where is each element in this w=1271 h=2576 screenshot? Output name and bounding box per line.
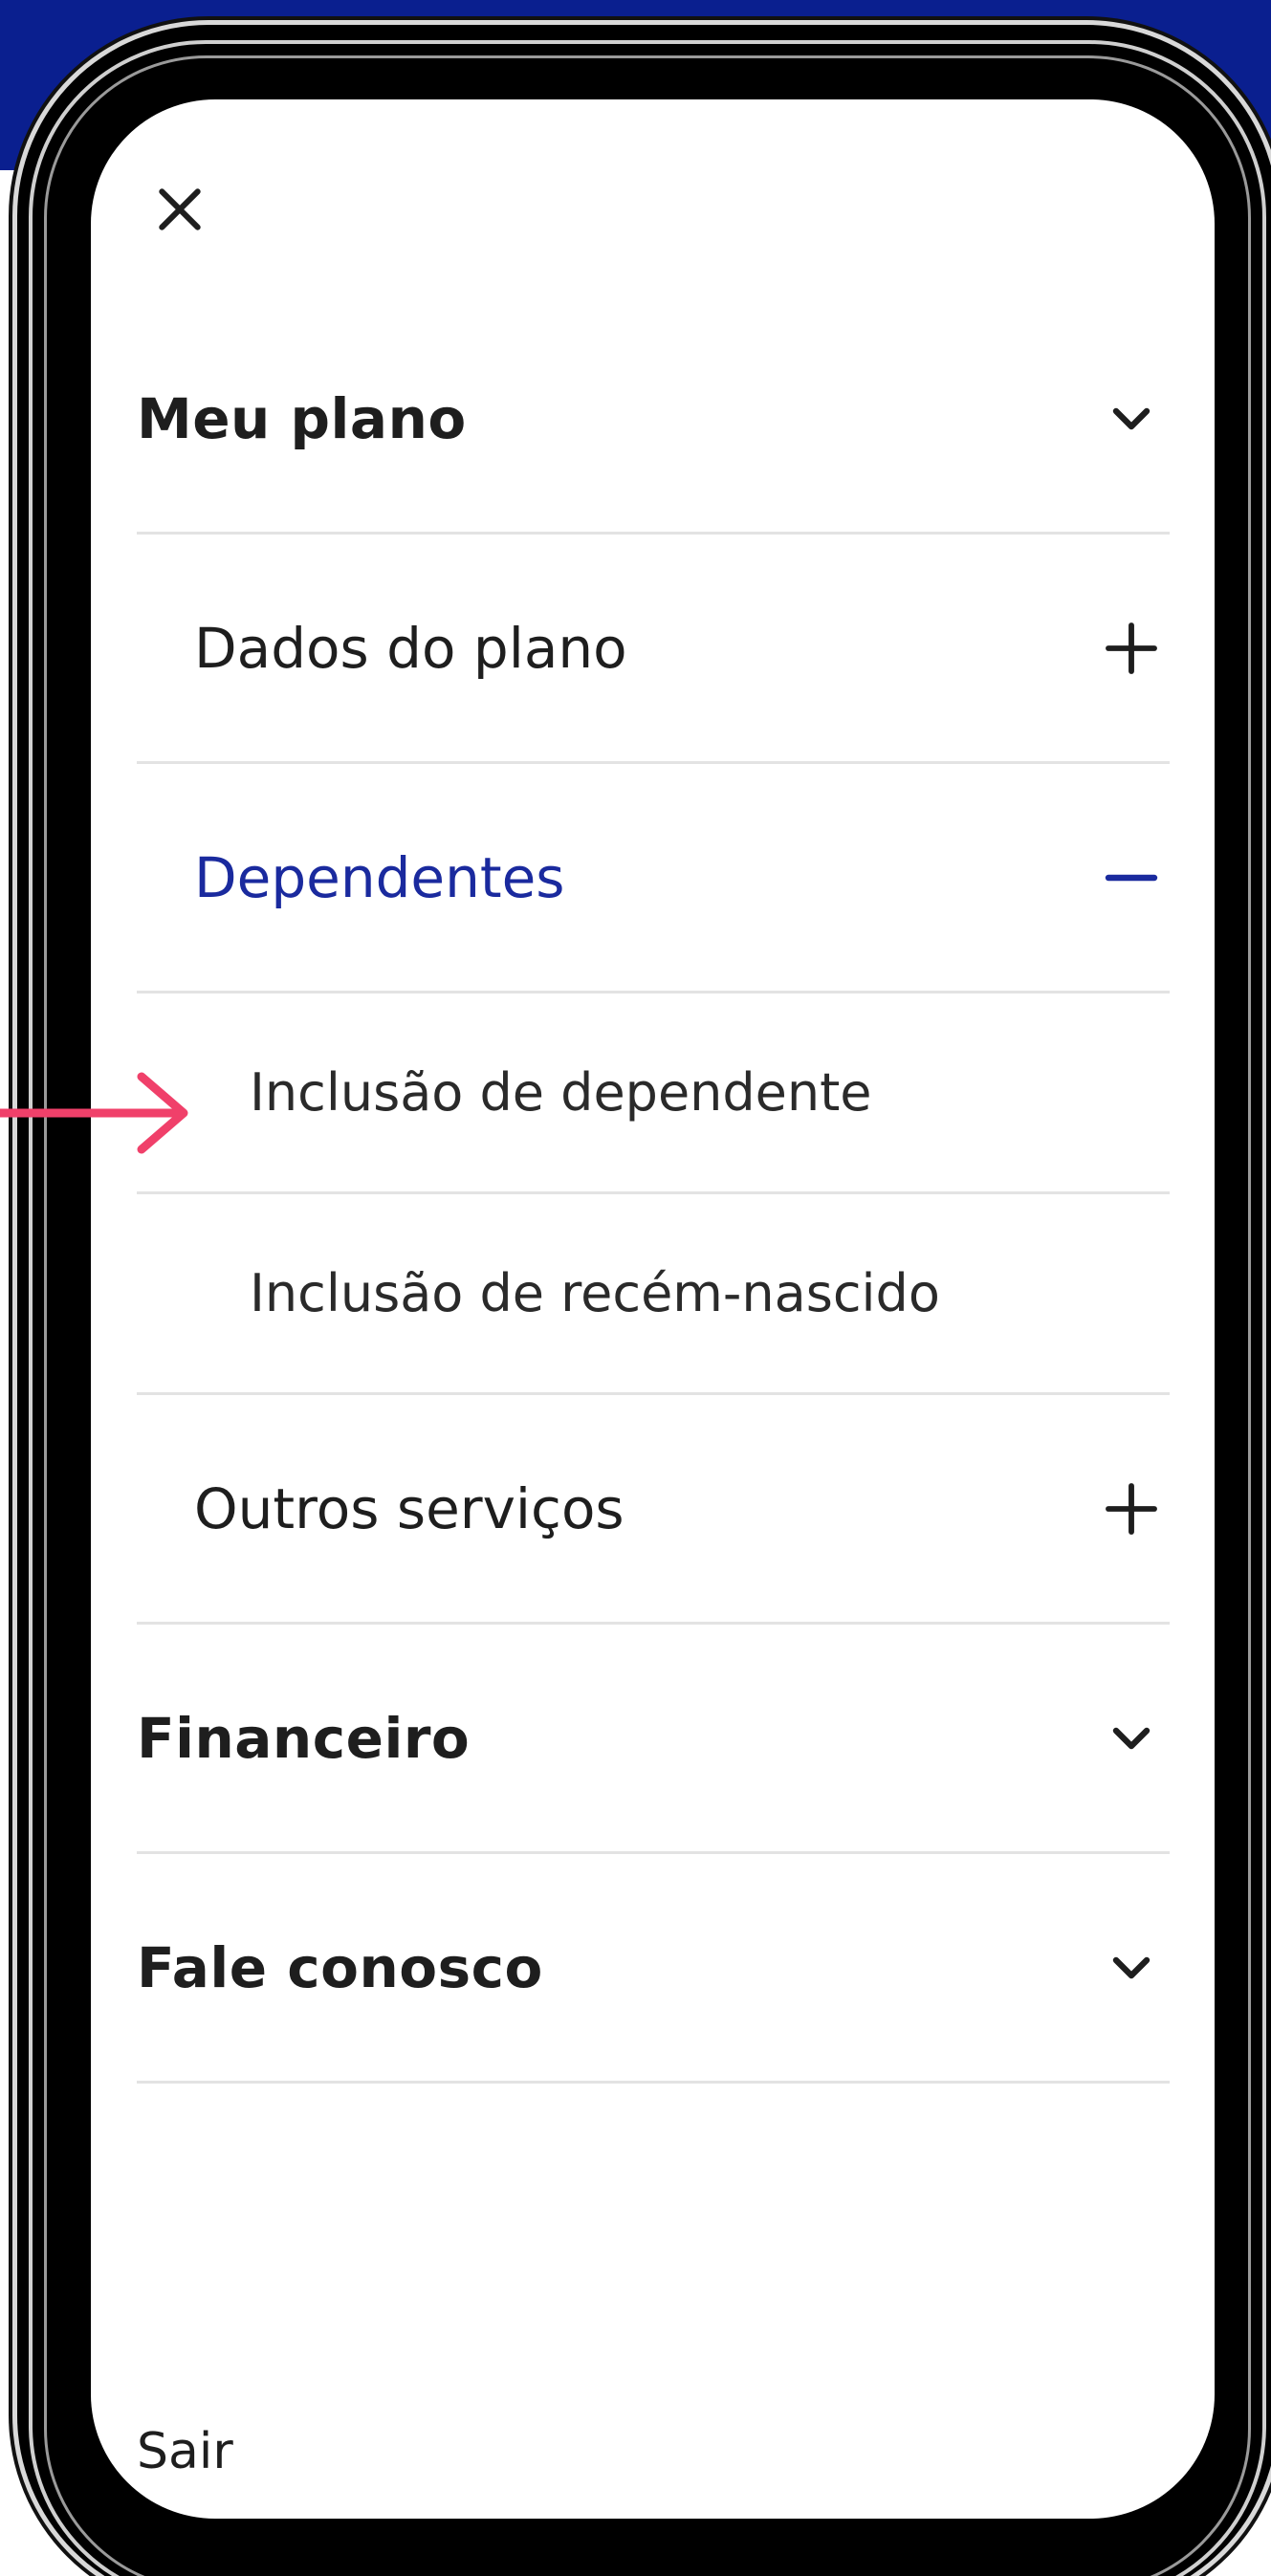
- menu-item-label: Outros serviços: [194, 1475, 625, 1541]
- nav-menu: Meu plano Dados do plano Dependentes Inc…: [137, 386, 1170, 2084]
- menu-item-dados-do-plano[interactable]: Dados do plano: [137, 535, 1170, 764]
- menu-item-meu-plano[interactable]: Meu plano: [137, 305, 1170, 535]
- menu-item-inclusao-de-dependente[interactable]: Inclusão de dependente: [137, 993, 1170, 1194]
- plus-icon: [1093, 1471, 1170, 1547]
- menu-item-financeiro[interactable]: Financeiro: [137, 1625, 1170, 1854]
- menu-item-label: Inclusão de dependente: [250, 1062, 872, 1123]
- stage: Meu plano Dados do plano Dependentes Inc…: [0, 0, 1271, 2576]
- menu-item-dependentes[interactable]: Dependentes: [137, 764, 1170, 993]
- plus-icon: [1093, 610, 1170, 687]
- menu-item-label: Inclusão de recém-nascido: [250, 1263, 940, 1323]
- chevron-down-icon: [1093, 1700, 1170, 1777]
- close-icon: [159, 188, 201, 230]
- menu-item-label: Fale conosco: [137, 1934, 543, 2000]
- menu-item-inclusao-de-recem-nascido[interactable]: Inclusão de recém-nascido: [137, 1194, 1170, 1395]
- menu-item-label: Dados do plano: [194, 615, 627, 681]
- logout-link[interactable]: Sair: [137, 2423, 233, 2480]
- phone-screen: Meu plano Dados do plano Dependentes Inc…: [91, 99, 1215, 2519]
- menu-item-fale-conosco[interactable]: Fale conosco: [137, 1854, 1170, 2084]
- chevron-down-icon: [1093, 1930, 1170, 2006]
- chevron-down-icon: [1093, 381, 1170, 457]
- pointer-arrow-icon: [0, 1072, 188, 1154]
- menu-item-label: Meu plano: [137, 385, 467, 451]
- menu-item-label: Financeiro: [137, 1705, 471, 1771]
- close-button[interactable]: [146, 176, 213, 243]
- minus-icon: [1093, 840, 1170, 916]
- menu-item-label: Dependentes: [194, 844, 565, 910]
- menu-item-outros-servicos[interactable]: Outros serviços: [137, 1395, 1170, 1625]
